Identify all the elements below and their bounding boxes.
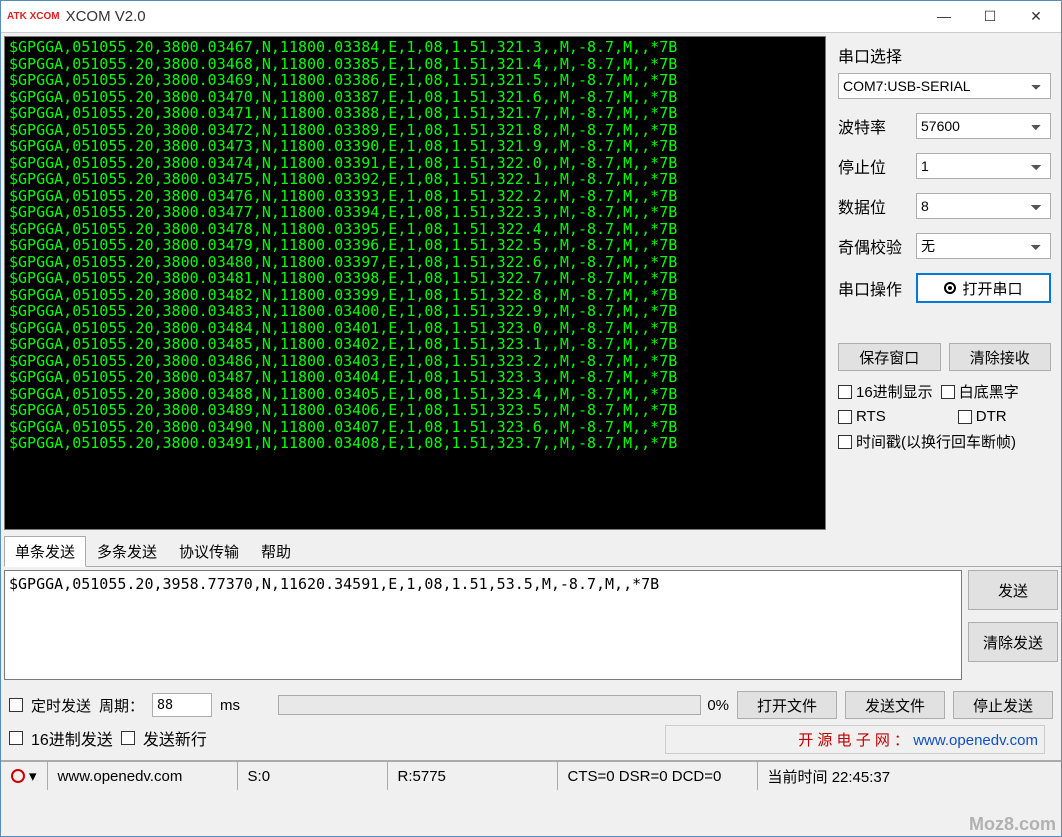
tab-help[interactable]: 帮助 bbox=[250, 536, 302, 567]
send-newline-checkbox[interactable] bbox=[121, 731, 135, 745]
whitebg-checkbox[interactable] bbox=[941, 385, 955, 399]
terminal-line: $GPGGA,051055.20,3800.03484,N,11800.0340… bbox=[9, 320, 821, 337]
save-window-button[interactable]: 保存窗口 bbox=[838, 343, 941, 371]
hex-send-checkbox[interactable] bbox=[9, 731, 23, 745]
terminal-line: $GPGGA,051055.20,3800.03474,N,11800.0339… bbox=[9, 155, 821, 172]
open-serial-button[interactable]: 打开串口 bbox=[916, 273, 1051, 303]
terminal-line: $GPGGA,051055.20,3800.03472,N,11800.0338… bbox=[9, 122, 821, 139]
whitebg-label: 白底黑字 bbox=[959, 381, 1019, 402]
timestamp-checkbox[interactable] bbox=[838, 435, 852, 449]
terminal-line: $GPGGA,051055.20,3800.03487,N,11800.0340… bbox=[9, 369, 821, 386]
terminal-line: $GPGGA,051055.20,3800.03473,N,11800.0339… bbox=[9, 138, 821, 155]
app-window: ATK XCOM XCOM V2.0 — ☐ ✕ $GPGGA,051055.2… bbox=[0, 0, 1062, 837]
hex-send-label: 16进制发送 bbox=[31, 726, 113, 750]
website-link[interactable]: www.openedv.com bbox=[913, 732, 1038, 749]
terminal-line: $GPGGA,051055.20,3800.03488,N,11800.0340… bbox=[9, 386, 821, 403]
tab-single-send[interactable]: 单条发送 bbox=[4, 536, 86, 567]
clear-receive-button[interactable]: 清除接收 bbox=[949, 343, 1052, 371]
terminal-line: $GPGGA,051055.20,3800.03475,N,11800.0339… bbox=[9, 171, 821, 188]
website-link-box: 开 源 电 子 网 ： www.openedv.com bbox=[665, 725, 1045, 754]
terminal-line: $GPGGA,051055.20,3800.03490,N,11800.0340… bbox=[9, 419, 821, 436]
minimize-icon: — bbox=[937, 8, 951, 24]
terminal-line: $GPGGA,051055.20,3800.03476,N,11800.0339… bbox=[9, 188, 821, 205]
terminal-line: $GPGGA,051055.20,3800.03478,N,11800.0339… bbox=[9, 221, 821, 238]
port-select[interactable]: COM7:USB-SERIAL bbox=[838, 73, 1051, 99]
timed-send-label: 定时发送 bbox=[31, 695, 91, 716]
hex-display-checkbox[interactable] bbox=[838, 385, 852, 399]
link-prefix: 开 源 电 子 网 ： bbox=[798, 732, 909, 749]
terminal-line: $GPGGA,051055.20,3800.03468,N,11800.0338… bbox=[9, 56, 821, 73]
databit-select[interactable]: 8 bbox=[916, 193, 1051, 219]
send-textarea[interactable] bbox=[4, 570, 962, 680]
baud-label: 波特率 bbox=[838, 114, 908, 138]
timed-send-checkbox[interactable] bbox=[9, 698, 23, 712]
databit-label: 数据位 bbox=[838, 194, 908, 218]
status-received: R:5775 bbox=[388, 762, 558, 790]
terminal-line: $GPGGA,051055.20,3800.03482,N,11800.0339… bbox=[9, 287, 821, 304]
send-newline-label: 发送新行 bbox=[143, 726, 207, 750]
terminal-line: $GPGGA,051055.20,3800.03481,N,11800.0339… bbox=[9, 270, 821, 287]
serial-op-label: 串口操作 bbox=[838, 276, 908, 300]
status-sent: S:0 bbox=[238, 762, 388, 790]
record-icon bbox=[944, 282, 956, 294]
hex-display-label: 16进制显示 bbox=[856, 381, 933, 402]
watermark: Moz8.com bbox=[969, 814, 1056, 835]
close-button[interactable]: ✕ bbox=[1013, 1, 1059, 31]
period-input[interactable] bbox=[152, 693, 212, 717]
send-file-button[interactable]: 发送文件 bbox=[845, 691, 945, 719]
progress-percent: 0% bbox=[707, 697, 729, 714]
tab-multi-send[interactable]: 多条发送 bbox=[86, 536, 168, 567]
terminal-line: $GPGGA,051055.20,3800.03471,N,11800.0338… bbox=[9, 105, 821, 122]
window-title: XCOM V2.0 bbox=[66, 8, 921, 25]
status-bar: ▾ www.openedv.com S:0 R:5775 CTS=0 DSR=0… bbox=[1, 760, 1061, 790]
terminal-line: $GPGGA,051055.20,3800.03469,N,11800.0338… bbox=[9, 72, 821, 89]
status-url: www.openedv.com bbox=[48, 762, 238, 790]
stopbit-select[interactable]: 1 bbox=[916, 153, 1051, 179]
send-tabs: 单条发送 多条发送 协议传输 帮助 bbox=[4, 533, 1061, 567]
side-panel: 串口选择 COM7:USB-SERIAL 波特率57600 停止位1 数据位8 … bbox=[826, 33, 1061, 533]
timestamp-label: 时间戳(以换行回车断帧) bbox=[856, 431, 1016, 452]
terminal-line: $GPGGA,051055.20,3800.03467,N,11800.0338… bbox=[9, 39, 821, 56]
clear-send-button[interactable]: 清除发送 bbox=[968, 622, 1058, 662]
dtr-checkbox[interactable] bbox=[958, 410, 972, 424]
terminal-line: $GPGGA,051055.20,3800.03486,N,11800.0340… bbox=[9, 353, 821, 370]
maximize-button[interactable]: ☐ bbox=[967, 1, 1013, 31]
dtr-label: DTR bbox=[976, 408, 1007, 425]
dropdown-icon[interactable]: ▾ bbox=[29, 767, 37, 785]
terminal-line: $GPGGA,051055.20,3800.03480,N,11800.0339… bbox=[9, 254, 821, 271]
terminal-line: $GPGGA,051055.20,3800.03479,N,11800.0339… bbox=[9, 237, 821, 254]
rts-checkbox[interactable] bbox=[838, 410, 852, 424]
stop-send-button[interactable]: 停止发送 bbox=[953, 691, 1053, 719]
status-dot-icon bbox=[11, 769, 25, 783]
terminal-line: $GPGGA,051055.20,3800.03483,N,11800.0340… bbox=[9, 303, 821, 320]
send-progress bbox=[278, 695, 701, 715]
close-icon: ✕ bbox=[1030, 8, 1042, 25]
terminal-line: $GPGGA,051055.20,3800.03489,N,11800.0340… bbox=[9, 402, 821, 419]
period-unit: ms bbox=[220, 697, 240, 714]
port-title: 串口选择 bbox=[838, 43, 1051, 67]
status-control-lines: CTS=0 DSR=0 DCD=0 bbox=[558, 762, 758, 790]
minimize-button[interactable]: — bbox=[921, 1, 967, 31]
baud-select[interactable]: 57600 bbox=[916, 113, 1051, 139]
titlebar: ATK XCOM XCOM V2.0 — ☐ ✕ bbox=[1, 1, 1061, 33]
app-logo: ATK XCOM bbox=[7, 12, 60, 21]
tab-protocol[interactable]: 协议传输 bbox=[168, 536, 250, 567]
period-label: 周期： bbox=[99, 695, 144, 716]
terminal-line: $GPGGA,051055.20,3800.03491,N,11800.0340… bbox=[9, 435, 821, 452]
status-time: 当前时间 22:45:37 bbox=[758, 762, 1061, 790]
maximize-icon: ☐ bbox=[984, 8, 997, 25]
parity-select[interactable]: 无 bbox=[916, 233, 1051, 259]
rts-label: RTS bbox=[856, 408, 886, 425]
receive-terminal[interactable]: $GPGGA,051055.20,3800.03467,N,11800.0338… bbox=[5, 37, 825, 529]
send-button[interactable]: 发送 bbox=[968, 570, 1058, 610]
terminal-line: $GPGGA,051055.20,3800.03477,N,11800.0339… bbox=[9, 204, 821, 221]
stopbit-label: 停止位 bbox=[838, 154, 908, 178]
open-file-button[interactable]: 打开文件 bbox=[737, 691, 837, 719]
terminal-line: $GPGGA,051055.20,3800.03485,N,11800.0340… bbox=[9, 336, 821, 353]
terminal-line: $GPGGA,051055.20,3800.03470,N,11800.0338… bbox=[9, 89, 821, 106]
parity-label: 奇偶校验 bbox=[838, 234, 908, 258]
